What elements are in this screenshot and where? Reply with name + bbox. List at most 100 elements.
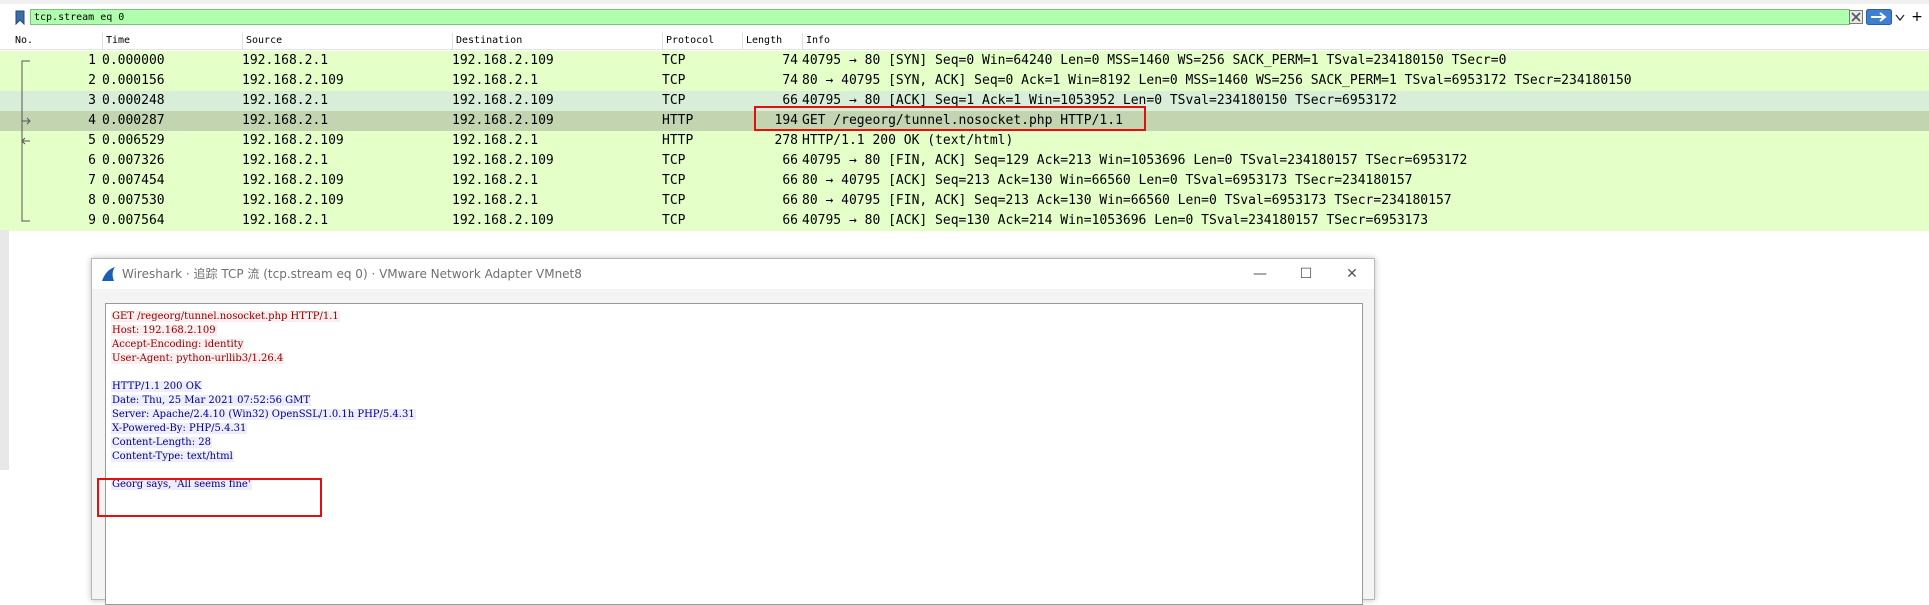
minimize-button[interactable]: —	[1237, 259, 1283, 289]
packet-row[interactable]: 1 0.000000 192.168.2.1 192.168.2.109 TCP…	[0, 51, 1929, 71]
packet-protocol: HTTP	[662, 113, 694, 128]
packet-number: 6	[88, 153, 96, 168]
packet-number: 2	[88, 73, 96, 88]
packet-info: 40795 → 80 [FIN, ACK] Seq=129 Ack=213 Wi…	[802, 153, 1468, 168]
display-filter-bar: tcp.stream eq 0 +	[0, 9, 1929, 27]
apply-filter-arrow-icon[interactable]	[1866, 9, 1892, 25]
column-header-time[interactable]: Time	[102, 33, 242, 49]
column-header-protocol[interactable]: Protocol	[662, 33, 742, 49]
packet-source: 192.168.2.109	[242, 193, 344, 208]
packet-source: 192.168.2.1	[242, 153, 329, 168]
annotation-highlight-box	[97, 478, 322, 517]
maximize-button[interactable]: ☐	[1283, 259, 1329, 289]
packet-destination: 192.168.2.1	[452, 73, 539, 88]
column-header-info[interactable]: Info	[802, 33, 1102, 49]
packet-row[interactable]: 6 0.007326 192.168.2.1 192.168.2.109 TCP…	[0, 151, 1929, 171]
packet-row[interactable]: 8 0.007530 192.168.2.109 192.168.2.1 TCP…	[0, 191, 1929, 211]
response-line: Date: Thu, 25 Mar 2021 07:52:56 GMT	[111, 395, 312, 406]
toolbar-strip	[0, 0, 1929, 4]
packet-source: 192.168.2.1	[242, 213, 329, 228]
packet-source: 192.168.2.109	[242, 133, 344, 148]
packet-protocol: HTTP	[662, 133, 694, 148]
packet-source: 192.168.2.109	[242, 73, 344, 88]
annotation-highlight-box	[754, 106, 1146, 131]
packet-number: 9	[88, 213, 96, 228]
packet-destination: 192.168.2.109	[452, 53, 554, 68]
stream-content-area[interactable]: GET /regeorg/tunnel.nosocket.php HTTP/1.…	[97, 303, 1363, 605]
packet-time: 0.006529	[102, 133, 165, 148]
packet-info: 80 → 40795 [ACK] Seq=213 Ack=130 Win=665…	[802, 173, 1413, 188]
stream-text: GET /regeorg/tunnel.nosocket.php HTTP/1.…	[111, 310, 416, 492]
packet-length: 66	[782, 213, 798, 228]
packet-info: HTTP/1.1 200 OK (text/html)	[802, 133, 1014, 148]
packet-destination: 192.168.2.109	[452, 153, 554, 168]
follow-tcp-stream-window: Wireshark · 追踪 TCP 流 (tcp.stream eq 0) ·…	[91, 258, 1375, 605]
packet-source: 192.168.2.1	[242, 53, 329, 68]
packet-number: 5	[88, 133, 96, 148]
request-line: Host: 192.168.2.109	[111, 325, 217, 336]
response-line: X-Powered-By: PHP/5.4.31	[111, 423, 248, 434]
packet-row[interactable]: 9 0.007564 192.168.2.1 192.168.2.109 TCP…	[0, 211, 1929, 231]
packet-destination: 192.168.2.109	[452, 93, 554, 108]
packet-length: 66	[782, 193, 798, 208]
window-title-bar[interactable]: Wireshark · 追踪 TCP 流 (tcp.stream eq 0) ·…	[92, 259, 1374, 289]
response-line: Content-Type: text/html	[111, 451, 234, 462]
chevron-down-icon[interactable]	[1895, 11, 1905, 23]
add-filter-button[interactable]: +	[1910, 9, 1924, 25]
packet-protocol: TCP	[662, 193, 686, 208]
response-line: HTTP/1.1 200 OK	[111, 381, 203, 392]
packet-time: 0.000000	[102, 53, 165, 68]
packet-protocol: TCP	[662, 53, 686, 68]
packet-list: 1 0.000000 192.168.2.1 192.168.2.109 TCP…	[0, 51, 1929, 231]
packet-destination: 192.168.2.1	[452, 173, 539, 188]
display-filter-input[interactable]: tcp.stream eq 0	[30, 9, 1850, 25]
clear-filter-icon[interactable]	[1849, 10, 1863, 24]
packet-number: 8	[88, 193, 96, 208]
packet-row[interactable]: 7 0.007454 192.168.2.109 192.168.2.1 TCP…	[0, 171, 1929, 191]
request-line: User-Agent: python-urllib3/1.26.4	[111, 353, 285, 364]
wireshark-fin-icon	[102, 267, 115, 281]
packet-source: 192.168.2.109	[242, 173, 344, 188]
packet-length: 74	[782, 73, 798, 88]
packet-protocol: TCP	[662, 73, 686, 88]
packet-length: 278	[774, 133, 798, 148]
packet-info: 40795 → 80 [ACK] Seq=130 Ack=214 Win=105…	[802, 213, 1429, 228]
packet-number: 3	[88, 93, 96, 108]
packet-info: 80 → 40795 [SYN, ACK] Seq=0 Ack=1 Win=81…	[802, 73, 1632, 88]
column-header-source[interactable]: Source	[242, 33, 452, 49]
packet-protocol: TCP	[662, 93, 686, 108]
packet-length: 74	[782, 53, 798, 68]
packet-protocol: TCP	[662, 173, 686, 188]
packet-length: 66	[782, 173, 798, 188]
packet-destination: 192.168.2.109	[452, 113, 554, 128]
packet-row[interactable]: 2 0.000156 192.168.2.109 192.168.2.1 TCP…	[0, 71, 1929, 91]
packet-time: 0.000287	[102, 113, 165, 128]
packet-source: 192.168.2.1	[242, 113, 329, 128]
column-header-length[interactable]: Length	[742, 33, 802, 49]
packet-info: 40795 → 80 [SYN] Seq=0 Win=64240 Len=0 M…	[802, 53, 1507, 68]
packet-time: 0.007564	[102, 213, 165, 228]
vertical-scrollbar[interactable]	[0, 230, 9, 470]
response-line: Content-Length: 28	[111, 437, 213, 448]
packet-number: 4	[88, 113, 96, 128]
packet-source: 192.168.2.1	[242, 93, 329, 108]
packet-protocol: TCP	[662, 213, 686, 228]
column-header-destination[interactable]: Destination	[452, 33, 662, 49]
packet-row[interactable]: 5 0.006529 192.168.2.109 192.168.2.1 HTT…	[0, 131, 1929, 151]
packet-time: 0.000248	[102, 93, 165, 108]
packet-protocol: TCP	[662, 153, 686, 168]
packet-time: 0.007530	[102, 193, 165, 208]
window-title: Wireshark · 追踪 TCP 流 (tcp.stream eq 0) ·…	[122, 267, 582, 281]
request-line: GET /regeorg/tunnel.nosocket.php HTTP/1.…	[111, 311, 340, 322]
packet-destination: 192.168.2.1	[452, 193, 539, 208]
bookmark-icon[interactable]	[14, 10, 26, 25]
packet-list-header: No. Time Source Destination Protocol Len…	[0, 33, 1929, 50]
close-button[interactable]: ✕	[1329, 259, 1375, 289]
column-header-no[interactable]: No.	[12, 33, 102, 49]
packet-time: 0.000156	[102, 73, 165, 88]
packet-length: 66	[782, 153, 798, 168]
packet-destination: 192.168.2.1	[452, 133, 539, 148]
packet-time: 0.007326	[102, 153, 165, 168]
